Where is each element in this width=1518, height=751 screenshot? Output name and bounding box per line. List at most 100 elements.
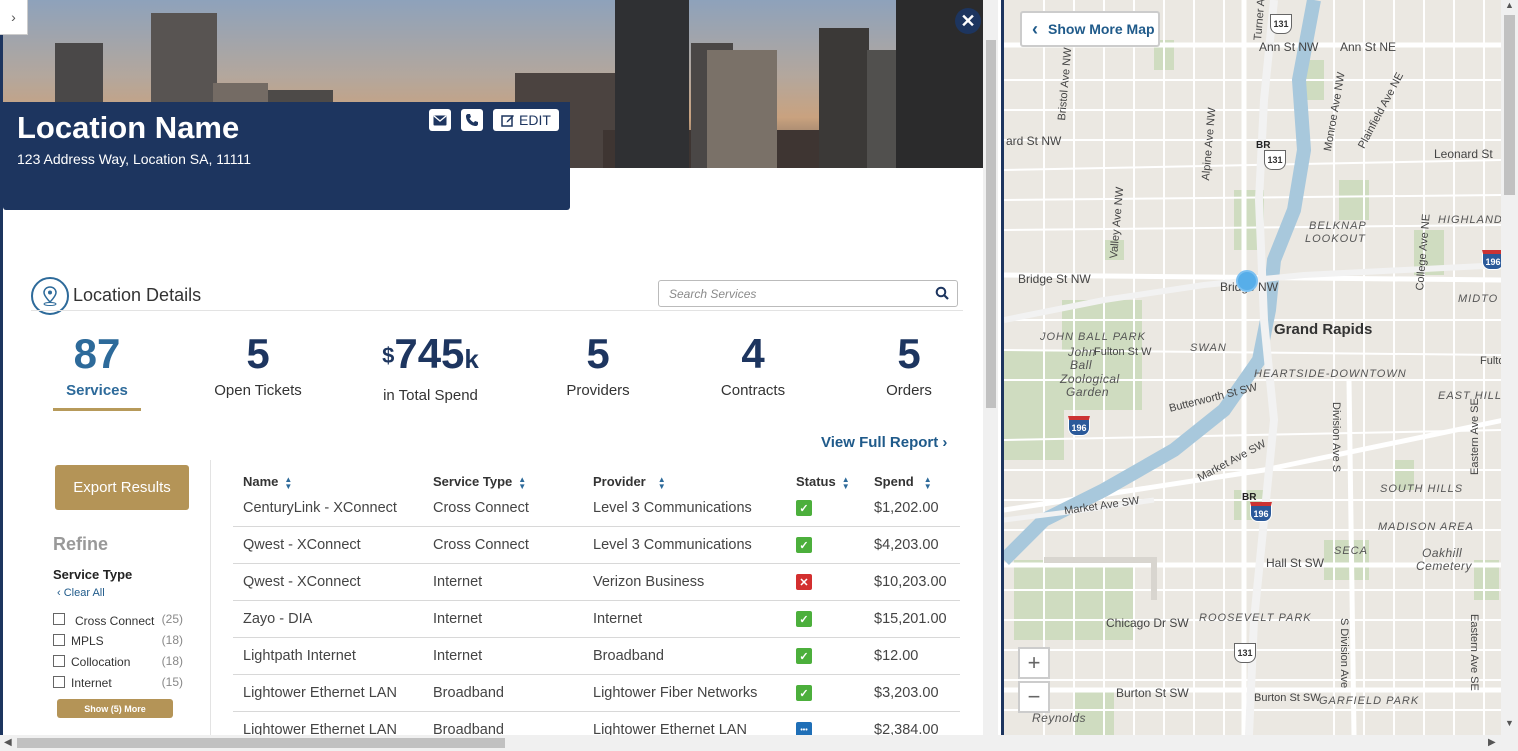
sort-icon: ▲ ▼ (657, 474, 666, 491)
filter-label: Cross Connect (75, 614, 155, 628)
location-name: Location Name (17, 110, 240, 145)
column-header-provider[interactable]: Provider ▲ ▼ (593, 474, 666, 490)
building (615, 0, 689, 168)
map-label: Fulton St W (1094, 346, 1152, 358)
clear-all-label: Clear All (63, 587, 105, 599)
show-more-map-button[interactable]: ‹ Show More Map (1020, 11, 1160, 47)
active-stat-underline (53, 408, 141, 411)
map-label: Zoological (1060, 372, 1120, 386)
map-view[interactable]: ‹ Show More Map Ann St NW Ann St NE ard … (1001, 0, 1501, 735)
filter-count: (18) (161, 633, 183, 647)
search-icon[interactable] (935, 286, 949, 300)
scroll-down-icon[interactable]: ▼ (1505, 718, 1514, 728)
checkbox[interactable] (53, 655, 65, 667)
map-label: Leonard St (1434, 147, 1493, 161)
stat-providers[interactable]: 5 Providers (548, 330, 648, 399)
map-label: S Division Ave (1338, 618, 1350, 689)
scroll-left-icon[interactable]: ◀ (4, 737, 12, 748)
cell-service-type: Internet (433, 611, 483, 627)
table-row[interactable]: CenturyLink - XConnect Cross Connect Level… (233, 490, 960, 527)
zoom-in-button[interactable]: + (1018, 647, 1050, 679)
checkbox[interactable] (53, 613, 65, 625)
map-label: LOOKOUT (1305, 233, 1366, 245)
cell-spend: $12.00 (874, 648, 919, 664)
map-label: ard St NW (1006, 134, 1062, 148)
map-label: Ann St NE (1340, 40, 1397, 54)
stat-total-spend[interactable]: $745k in Total Spend (363, 330, 498, 404)
refine-heading: Refine (53, 534, 109, 554)
chevron-right-icon: › (942, 434, 948, 451)
status-check-icon: ✓ (796, 611, 812, 627)
show-more-button[interactable]: Show (5) More (57, 699, 173, 718)
cell-service-type: Broadband (433, 722, 504, 735)
table-row[interactable]: Qwest - XConnect Internet Verizon Business… (233, 564, 960, 601)
status-x-icon: ✕ (796, 574, 812, 590)
cell-provider: Broadband (593, 648, 664, 664)
collapse-panel-button[interactable]: › (0, 0, 28, 35)
filter-option[interactable]: Cross Connect (25) (53, 612, 183, 628)
stat-services[interactable]: 87 Services (53, 330, 141, 399)
stat-value: 5 (586, 330, 610, 377)
scrollbar-thumb[interactable] (1504, 15, 1515, 195)
edit-label: EDIT (519, 112, 551, 128)
map-label: Division Ave S (1330, 402, 1342, 473)
stat-value: 5 (246, 330, 270, 377)
phone-icon (466, 114, 478, 126)
table-row[interactable]: Zayo - DIA Internet Internet $15,201.00 ✓ (233, 601, 960, 638)
table-row[interactable]: Lightpath Internet Internet Broadband $12.0… (233, 638, 960, 675)
app-root: › ✕ Location Name 123 Address Way, Locat… (0, 0, 1518, 751)
filter-option[interactable]: Internet (15) (53, 675, 183, 691)
table-row[interactable]: Lightower Ethernet LAN Broadband Lightower… (233, 712, 960, 735)
email-button[interactable] (429, 109, 451, 131)
filter-option[interactable]: MPLS (18) (53, 633, 183, 649)
edit-button[interactable]: EDIT (493, 109, 559, 131)
map-label: Burton St SW (1116, 686, 1189, 700)
map-label: BELKNAP (1309, 220, 1367, 232)
map-label: Bridge St NW (1018, 272, 1091, 286)
cell-provider: Lightower Fiber Networks (593, 685, 758, 701)
view-full-report-link[interactable]: View Full Report › (821, 434, 947, 451)
stat-orders[interactable]: 5 Orders (859, 330, 959, 399)
location-panel: ✕ Location Name 123 Address Way, Locatio… (0, 0, 998, 735)
highway-shield-icon: 131 (1264, 150, 1286, 170)
phone-button[interactable] (461, 109, 483, 131)
filter-count: (18) (161, 654, 183, 668)
zoom-out-button[interactable]: − (1018, 681, 1050, 713)
panel-scrollbar[interactable] (983, 0, 998, 735)
scrollbar-thumb[interactable] (17, 738, 505, 748)
cell-service-type: Internet (433, 574, 483, 590)
map-scrollbar[interactable]: ▲ ▼ (1501, 0, 1518, 735)
cell-spend: $2,384.00 (874, 722, 939, 735)
clear-all-link[interactable]: ‹ Clear All (57, 587, 105, 599)
close-icon: ✕ (960, 11, 976, 31)
column-header-spend[interactable]: Spend ▲ ▼ (874, 474, 932, 490)
column-label: Status (796, 474, 836, 489)
column-header-name[interactable]: Name ▲ ▼ (243, 474, 292, 490)
column-header-status[interactable]: Status ▲ ▼ (796, 474, 850, 490)
export-results-button[interactable]: Export Results (55, 465, 189, 510)
column-header-service-type[interactable]: Service Type ▲ ▼ (433, 474, 526, 490)
checkbox[interactable] (53, 676, 65, 688)
stat-contracts[interactable]: 4 Contracts (703, 330, 803, 399)
map-label: HIGHLAND (1438, 214, 1501, 226)
location-marker[interactable] (1236, 270, 1258, 292)
show-more-map-label: Show More Map (1048, 21, 1155, 37)
filter-option[interactable]: Collocation (18) (53, 654, 183, 670)
view-report-label: View Full Report (821, 434, 939, 451)
cell-service-type: Internet (433, 648, 483, 664)
table-row[interactable]: Lightower Ethernet LAN Broadband Lightower… (233, 675, 960, 712)
scroll-right-icon[interactable]: ▶ (1488, 737, 1496, 748)
stat-open-tickets[interactable]: 5 Open Tickets (208, 330, 308, 399)
column-label: Provider (593, 474, 646, 489)
table-row[interactable]: Qwest - XConnect Cross Connect Level 3 Com… (233, 527, 960, 564)
checkbox[interactable] (53, 634, 65, 646)
cell-name: Lightower Ethernet LAN (243, 685, 397, 701)
close-button[interactable]: ✕ (955, 8, 981, 34)
scrollbar-thumb[interactable] (986, 40, 996, 408)
stat-value: 4 (741, 330, 765, 377)
horizontal-scrollbar[interactable]: ◀ ▶ (0, 735, 1518, 751)
scroll-up-icon[interactable]: ▲ (1505, 0, 1514, 10)
map-label: Hall St SW (1266, 556, 1325, 570)
map-label: Ann St NW (1259, 40, 1319, 54)
search-input[interactable] (669, 286, 929, 301)
